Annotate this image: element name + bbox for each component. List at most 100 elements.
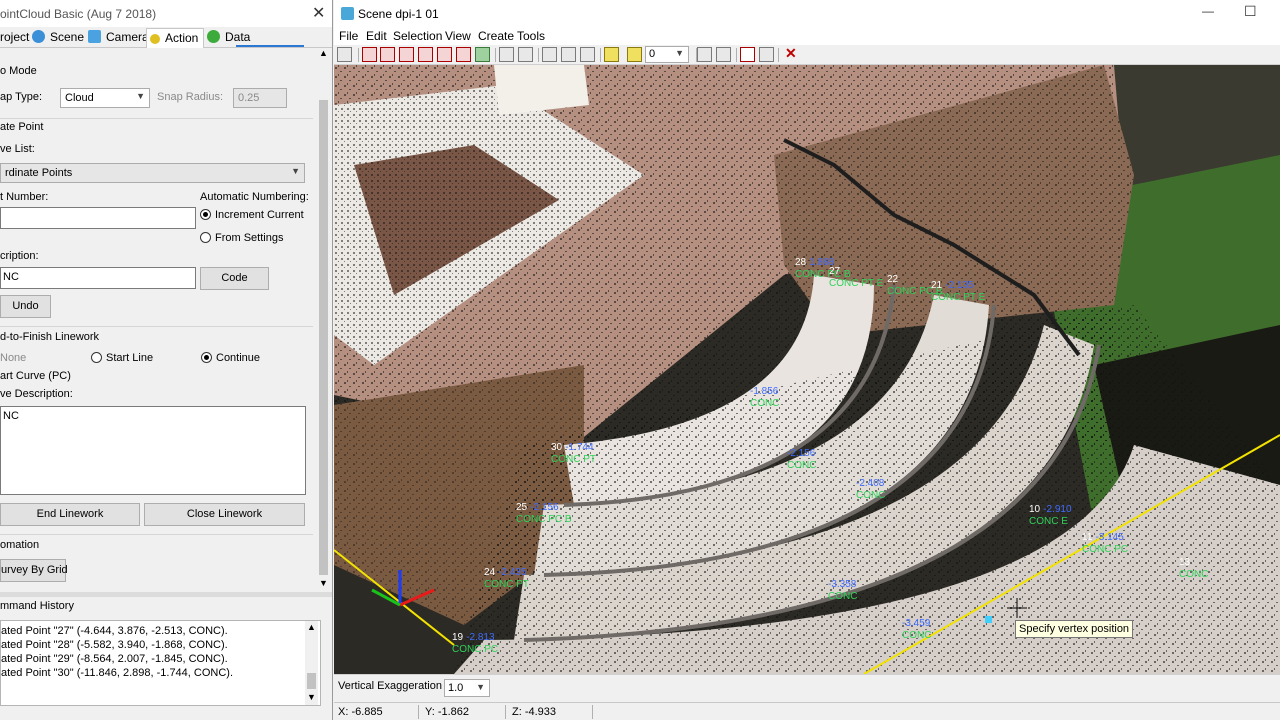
status-divider <box>505 705 506 719</box>
zoom-selection-icon[interactable] <box>580 47 595 62</box>
panel-title-bar: ointCloud Basic (Aug 7 2018) ✕ <box>0 0 332 27</box>
menu-edit[interactable]: Edit <box>366 29 387 43</box>
menu-create[interactable]: Create <box>478 29 514 43</box>
maximize-icon[interactable]: ☐ <box>1244 3 1257 20</box>
vertical-exaggeration-select[interactable]: 1.0 ▼ <box>444 679 490 697</box>
snap-type-select[interactable]: Cloud ▼ <box>60 88 150 108</box>
menu-view[interactable]: View <box>445 29 471 43</box>
point-elevation: -3.358 <box>828 579 857 590</box>
scroll-down-icon[interactable]: ▼ <box>307 692 316 702</box>
splitter[interactable] <box>0 592 332 597</box>
scroll-up-icon[interactable]: ▲ <box>307 622 316 632</box>
point-label: 11 -3.145 CONC PC <box>1082 531 1128 555</box>
point-number: 10 <box>1029 504 1041 515</box>
chevron-down-icon: ▼ <box>136 91 145 101</box>
point-number: 19 <box>452 632 464 643</box>
toolbar-separator <box>358 48 359 62</box>
point-label: 25 -2.156 CONC PC B <box>516 501 572 525</box>
layer-select[interactable]: 0 ▼ <box>645 46 689 63</box>
view-back-icon[interactable] <box>399 47 414 62</box>
from-settings-radio[interactable]: From Settings <box>200 232 283 244</box>
close-tool-icon[interactable]: ✕ <box>785 45 797 62</box>
point-label: 24 -2.435 CONC PT <box>484 566 529 590</box>
tab-camera[interactable]: Camera <box>88 28 149 48</box>
measure-icon[interactable] <box>697 47 712 62</box>
view-iso-icon[interactable] <box>456 47 471 62</box>
chevron-down-icon: ▼ <box>291 166 300 176</box>
point-label: -3.459 CONC <box>902 617 931 641</box>
target-icon[interactable] <box>740 47 755 62</box>
command-history-list[interactable]: ated Point "27" (-4.644, 3.876, -2.513, … <box>0 620 321 706</box>
survey-by-grid-button[interactable]: urvey By Grid <box>0 559 68 582</box>
orbit-icon[interactable] <box>499 47 514 62</box>
history-line: ated Point "28" (-5.582, 3.940, -1.868, … <box>1 639 228 651</box>
layer-icon[interactable] <box>627 47 642 62</box>
menu-file[interactable]: File <box>339 29 358 43</box>
point-elevation: -2.135 <box>945 280 974 291</box>
tab-scene[interactable]: Scene <box>32 28 84 48</box>
tab-project[interactable]: roject <box>0 28 29 48</box>
curve-description-label: ve Description: <box>0 388 73 400</box>
person-view-icon[interactable] <box>475 47 490 62</box>
continue-radio[interactable]: Continue <box>201 352 260 364</box>
history-scrollbar[interactable]: ▲ ▼ <box>305 621 318 705</box>
menu-selection[interactable]: Selection <box>393 29 442 43</box>
description-label: cription: <box>0 250 39 262</box>
command-history-label: mmand History <box>0 600 74 612</box>
profile-icon[interactable] <box>716 47 731 62</box>
toolbar-separator <box>538 48 539 62</box>
start-curve-option[interactable]: art Curve (PC) <box>0 370 71 382</box>
panel-scrollbar[interactable]: ▲ ▼ <box>317 48 330 591</box>
pan-icon[interactable] <box>518 47 533 62</box>
toolbar-separator <box>600 48 601 62</box>
radio-selected-icon <box>201 352 212 363</box>
point-code: CONC PT <box>551 454 596 465</box>
point-cloud-viewport[interactable]: 28 1.868 CONC PC B 27 CONC PT E 22 CONC … <box>334 65 1280 674</box>
code-button[interactable]: Code <box>200 267 269 290</box>
point-label: 19 -2.813 CONC PC <box>452 631 498 655</box>
scrollbar-thumb[interactable] <box>307 673 316 689</box>
select-tool-icon[interactable] <box>337 47 352 62</box>
zoom-window-icon[interactable] <box>561 47 576 62</box>
point-code: CONC <box>787 460 817 471</box>
undo-button[interactable]: Undo <box>0 295 51 318</box>
tab-scene-label: Scene <box>50 30 85 44</box>
none-option[interactable]: None <box>0 352 26 364</box>
view-front-icon[interactable] <box>380 47 395 62</box>
point-code: CONC <box>828 591 858 602</box>
snap-radius-input[interactable]: 0.25 <box>233 88 287 108</box>
tab-action[interactable]: Action <box>146 28 204 48</box>
close-icon[interactable]: ✕ <box>312 3 325 23</box>
from-settings-label: From Settings <box>215 232 284 244</box>
zoom-extents-icon[interactable] <box>542 47 557 62</box>
point-code: CONC PT <box>484 579 529 590</box>
point-label: 27 CONC PT E <box>829 265 883 289</box>
scrollbar-thumb[interactable] <box>319 100 328 575</box>
increment-current-radio[interactable]: Increment Current <box>200 209 304 221</box>
point-number-input[interactable] <box>0 207 196 229</box>
save-list-select[interactable]: rdinate Points ▼ <box>0 163 305 183</box>
minimize-icon[interactable]: — <box>1202 4 1214 18</box>
close-linework-button[interactable]: Close Linework <box>144 503 305 526</box>
toolbar: 0 ▼ ✕ <box>334 45 1280 65</box>
start-line-radio[interactable]: Start Line <box>91 352 153 364</box>
end-linework-button[interactable]: End Linework <box>0 503 140 526</box>
view-left-icon[interactable] <box>418 47 433 62</box>
description-input[interactable]: NC <box>0 267 196 289</box>
menu-tools[interactable]: Tools <box>517 29 545 43</box>
radio-selected-icon <box>200 209 211 220</box>
toolbar-separator <box>778 48 779 62</box>
status-z: Z: -4.933 <box>512 706 557 718</box>
view-top-icon[interactable] <box>362 47 377 62</box>
view-right-icon[interactable] <box>437 47 452 62</box>
curve-description-input[interactable]: NC <box>0 406 306 495</box>
point-label: 10 -2.910 CONC E <box>1029 503 1072 527</box>
status-divider <box>418 705 419 719</box>
point-number: 11 <box>1082 532 1093 543</box>
scroll-down-icon[interactable]: ▼ <box>319 578 328 588</box>
action-icon <box>150 34 160 44</box>
ruler-icon[interactable] <box>604 47 619 62</box>
point-label: -3.358 CONC <box>828 578 857 602</box>
scroll-up-icon[interactable]: ▲ <box>319 48 328 58</box>
link-icon[interactable] <box>759 47 774 62</box>
